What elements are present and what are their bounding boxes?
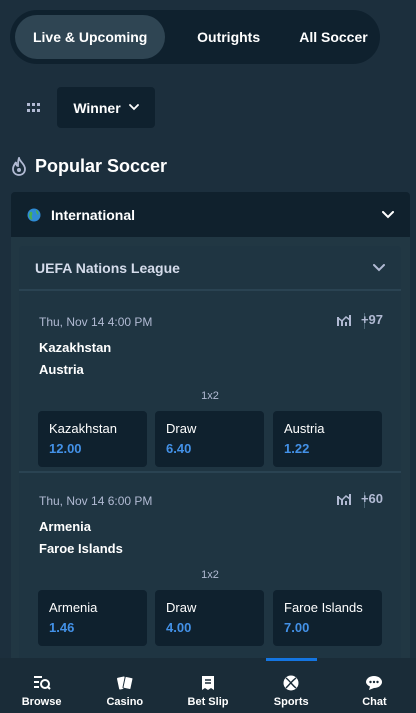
match-time: Thu, Nov 14 6:00 PM	[39, 494, 153, 508]
nav-label: Sports	[273, 696, 309, 708]
league-header[interactable]: UEFA Nations League	[19, 246, 401, 291]
browse-icon	[33, 676, 51, 690]
nav-chat[interactable]: Chat	[333, 658, 416, 713]
globe-icon	[27, 208, 41, 221]
grid-view-button[interactable]	[22, 96, 46, 120]
away-team[interactable]: Faroe Islands	[39, 541, 123, 556]
chevron-down-icon	[128, 104, 139, 111]
region-label: International	[51, 206, 136, 223]
outcome-price: 6.40	[166, 441, 192, 456]
stats-icon[interactable]	[337, 492, 351, 506]
outcome-price: 1.22	[284, 441, 310, 456]
nav-casino[interactable]: Casino	[83, 658, 166, 713]
match-row: Thu, Nov 14 6:00 PM +60 Armenia Faroe Is…	[19, 472, 401, 652]
match-row: Thu, Nov 14 4:00 PM +97 Kazakhstan Austr…	[19, 293, 401, 473]
nav-label: Chat	[362, 696, 387, 708]
odds-button-away[interactable]: Faroe Islands 7.00	[273, 590, 382, 646]
betslip-icon	[202, 676, 214, 690]
outcome-price: 7.00	[284, 620, 310, 635]
region-header-international[interactable]: International	[11, 192, 410, 237]
stats-icon[interactable]	[337, 313, 351, 327]
market-select-label: Winner	[73, 99, 121, 116]
market-label: 1x2	[201, 569, 219, 581]
league-name: UEFA Nations League	[35, 259, 180, 276]
outcome-name: Kazakhstan	[49, 421, 117, 436]
grid-icon	[27, 103, 40, 112]
nav-label: Browse	[21, 696, 62, 708]
nav-label: Casino	[106, 696, 144, 708]
more-markets-button[interactable]: +97	[361, 312, 383, 327]
chat-icon	[366, 676, 383, 690]
outcome-name: Faroe Islands	[284, 600, 363, 615]
fire-icon	[12, 156, 26, 176]
outcome-name: Draw	[166, 600, 197, 615]
odds-button-draw[interactable]: Draw 4.00	[155, 590, 264, 646]
outcome-price: 1.46	[49, 620, 75, 635]
nav-label: Bet Slip	[187, 696, 229, 708]
tab-live-upcoming[interactable]: Live & Upcoming	[15, 15, 166, 59]
away-team[interactable]: Austria	[39, 362, 84, 377]
more-markets-button[interactable]: +60	[361, 491, 383, 506]
outcome-name: Austria	[284, 421, 325, 436]
league-card: UEFA Nations League Thu, Nov 14 4:00 PM …	[19, 246, 401, 666]
odds-button-home[interactable]: Kazakhstan 12.00	[38, 411, 147, 467]
top-tabs: Live & Upcoming Outrights All Soccer	[10, 10, 380, 64]
odds-button-away[interactable]: Austria 1.22	[273, 411, 382, 467]
bottom-nav: Browse Casino Bet Slip Sports Chat	[0, 658, 416, 713]
outcome-name: Draw	[166, 421, 197, 436]
match-time: Thu, Nov 14 4:00 PM	[39, 315, 153, 329]
outcome-price: 4.00	[166, 620, 192, 635]
chevron-down-icon	[373, 263, 385, 271]
section-header: Popular Soccer	[11, 152, 167, 180]
nav-bet-slip[interactable]: Bet Slip	[166, 658, 249, 713]
odds-button-home[interactable]: Armenia 1.46	[38, 590, 147, 646]
sports-icon	[283, 675, 299, 691]
nav-browse[interactable]: Browse	[0, 658, 83, 713]
tab-all-soccer[interactable]: All Soccer	[292, 15, 375, 59]
home-team[interactable]: Kazakhstan	[39, 340, 111, 355]
chevron-down-icon	[382, 210, 394, 218]
casino-icon	[116, 675, 134, 691]
tab-outrights[interactable]: Outrights	[165, 15, 292, 59]
outcome-name: Armenia	[49, 600, 98, 615]
market-select[interactable]: Winner	[57, 87, 155, 128]
outcome-price: 12.00	[49, 441, 82, 456]
nav-sports[interactable]: Sports	[250, 658, 333, 713]
odds-button-draw[interactable]: Draw 6.40	[155, 411, 264, 467]
home-team[interactable]: Armenia	[39, 519, 91, 534]
section-title: Popular Soccer	[35, 155, 168, 176]
market-label: 1x2	[201, 390, 219, 402]
